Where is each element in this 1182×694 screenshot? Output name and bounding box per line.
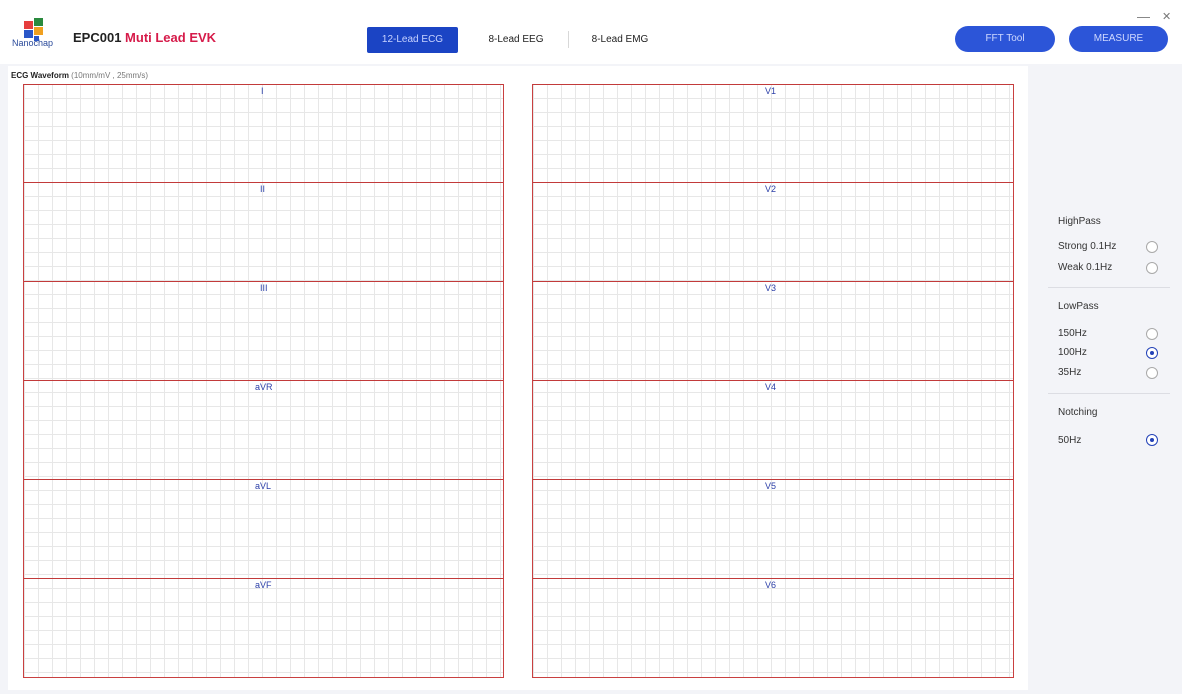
lead-row-ii: II [24,182,503,281]
notching-50-radio[interactable] [1146,434,1158,446]
lowpass-option-35-label: 35Hz [1058,367,1082,378]
lead-label-i: I [261,86,264,96]
lead-label-v3: V3 [765,283,777,293]
right-lead-grid: V1 V2 V3 V4 V5 V6 [532,84,1014,678]
highpass-option-weak-label: Weak 0.1Hz [1058,262,1113,273]
header-bar: Nanochap EPC001 Muti Lead EVK 12-Lead EC… [0,0,1182,64]
lowpass-option-100-label: 100Hz [1058,347,1087,358]
lead-label-avl: aVL [255,481,272,491]
lead-row-iii: III [24,281,503,380]
tab-divider [568,31,569,48]
lead-label-ii: II [260,184,266,194]
lead-label-v6: V6 [765,580,777,590]
lead-row-v6: V6 [533,578,1013,677]
waveform-title: ECG Waveform (10mm/mV , 25mm/s) [11,71,148,80]
app-title-accent: Muti Lead EVK [125,30,217,45]
highpass-option-strong-label: Strong 0.1Hz [1058,241,1117,252]
filter-side-panel [1031,64,1182,694]
lead-label-v1: V1 [765,86,777,96]
fft-tool-button[interactable]: FFT Tool [955,26,1055,52]
waveform-title-text: ECG Waveform [11,71,69,80]
lead-row-v5: V5 [533,479,1013,578]
lead-label-avf: aVF [255,580,272,590]
lead-row-avl: aVL [24,479,503,578]
app-window: Nanochap EPC001 Muti Lead EVK 12-Lead EC… [0,0,1182,694]
lead-row-i: I [24,84,503,183]
logo-text: Nanochap [12,38,54,48]
lead-label-v2: V2 [765,184,777,194]
highpass-title: HighPass [1058,216,1101,227]
highpass-weak-radio[interactable] [1146,262,1158,274]
tab-8-lead-eeg[interactable]: 8-Lead EEG [486,27,546,53]
lead-row-v4: V4 [533,380,1013,479]
lead-row-avf: aVF [24,578,503,677]
lead-row-v3: V3 [533,281,1013,380]
tab-8-lead-emg[interactable]: 8-Lead EMG [588,27,652,53]
lowpass-35-radio[interactable] [1146,367,1158,379]
lead-label-v4: V4 [765,382,777,392]
measure-button[interactable]: MEASURE [1069,26,1168,52]
lead-label-avr: aVR [255,382,273,392]
minimize-icon[interactable]: — [1137,9,1150,24]
lead-label-v5: V5 [765,481,777,491]
lowpass-option-150-label: 150Hz [1058,328,1087,339]
lowpass-150-radio[interactable] [1146,328,1158,340]
notching-title: Notching [1058,407,1098,418]
lead-row-avr: aVR [24,380,503,479]
app-title-prefix: EPC001 [73,30,122,45]
app-title: EPC001 Muti Lead EVK [73,30,216,45]
left-lead-grid: I II III aVR aVL aVF [23,84,504,678]
notching-option-50-label: 50Hz [1058,435,1082,446]
lowpass-title: LowPass [1058,301,1099,312]
section-divider [1048,393,1170,394]
lead-label-iii: III [260,283,268,293]
waveform-scale-text: (10mm/mV , 25mm/s) [71,71,149,80]
close-icon[interactable]: ✕ [1162,10,1171,23]
lead-row-v2: V2 [533,182,1013,281]
tab-12-lead-ecg[interactable]: 12-Lead ECG [367,27,458,53]
section-divider [1048,287,1170,288]
lowpass-100-radio[interactable] [1146,347,1158,359]
lead-row-v1: V1 [533,84,1013,183]
highpass-strong-radio[interactable] [1146,241,1158,253]
